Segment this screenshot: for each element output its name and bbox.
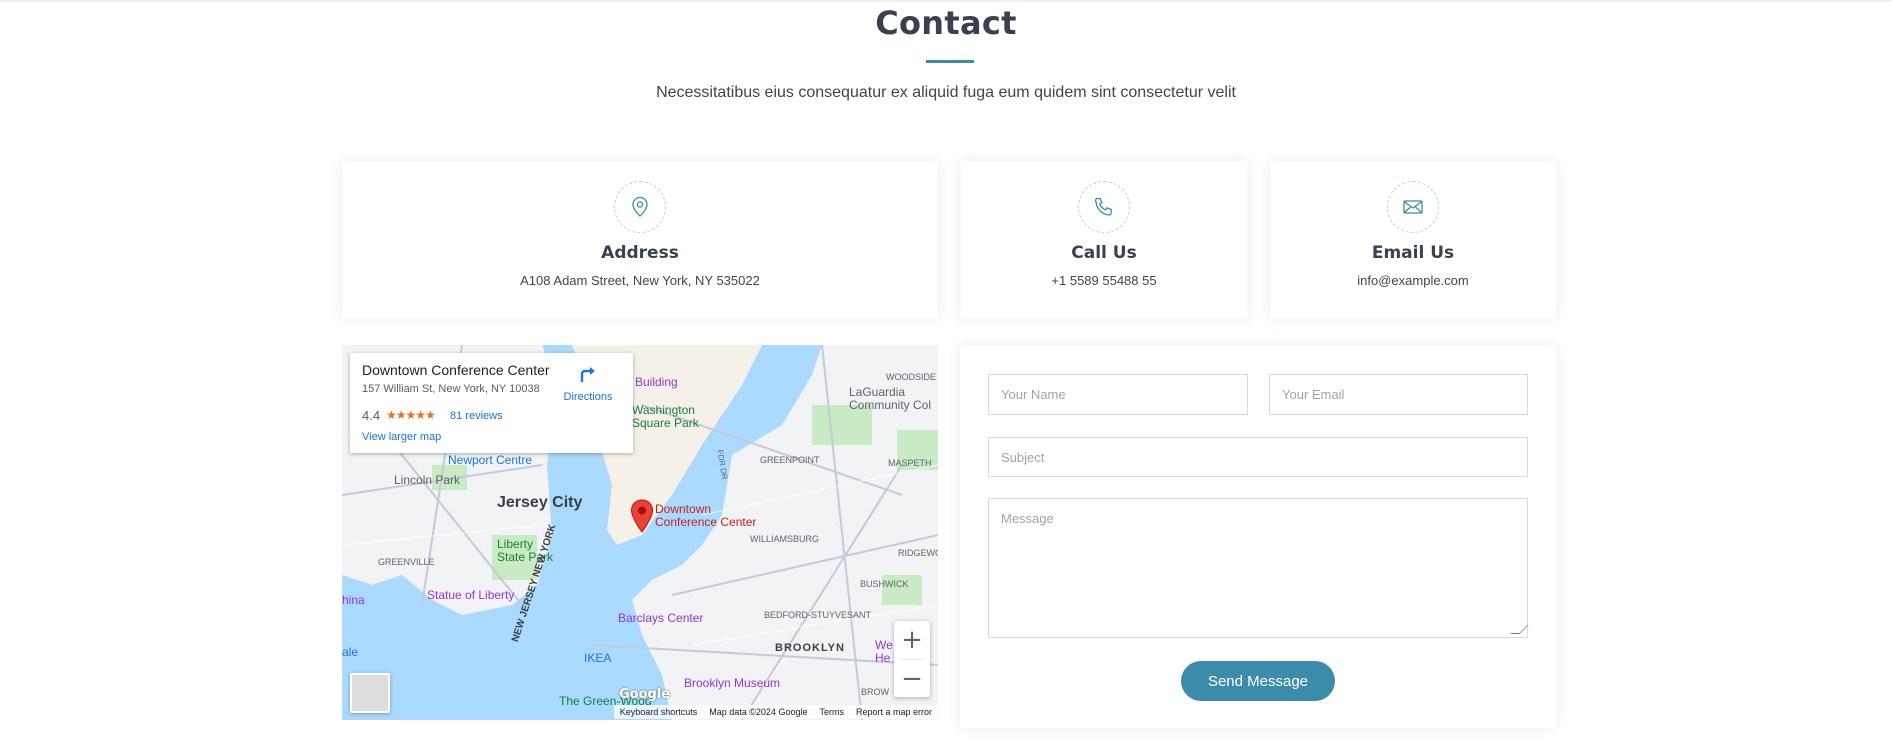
address-card: Address A108 Adam Street, New York, NY 5… — [342, 161, 938, 318]
zoom-in-button[interactable]: + — [894, 621, 930, 659]
email-title: Email Us — [1371, 243, 1455, 263]
section-title: Contact — [875, 4, 1017, 42]
envelope-icon — [1387, 181, 1439, 233]
map-label-ridgewood: RIDGEWOOD — [898, 548, 938, 558]
section-subtitle: Necessitatibus eius consequatur ex aliqu… — [656, 84, 1236, 101]
map-label-laguardia: LaGuardia Community Col — [849, 385, 932, 412]
map-label-maspeth: MASPETH — [888, 458, 932, 468]
phone-icon — [1078, 181, 1130, 233]
map-data-text: Map data ©2024 Google — [703, 705, 814, 719]
address-title: Address — [601, 243, 679, 263]
top-edge-shadow — [0, 0, 1892, 3]
map-label-greenpoint: GREENPOINT — [760, 455, 820, 465]
terms-link[interactable]: Terms — [813, 705, 850, 719]
email-text: info@example.com — [1357, 273, 1469, 288]
map-label-hina: hina — [342, 593, 365, 607]
place-rating: 4.4 — [362, 408, 381, 423]
keyboard-shortcuts-link[interactable]: Keyboard shortcuts — [613, 705, 704, 719]
address-text: A108 Adam Street, New York, NY 535022 — [520, 273, 760, 288]
map-label-ikea: IKEA — [584, 651, 612, 665]
reviews-link[interactable]: 81 reviews — [450, 410, 503, 422]
view-larger-map-link[interactable]: View larger map — [362, 431, 441, 443]
pin-label: Downtown Conference Center — [655, 502, 757, 529]
directions-icon — [580, 367, 595, 382]
map-label-jersey-city: Jersey City — [497, 494, 583, 511]
resize-handle-icon[interactable] — [1510, 625, 1529, 634]
map-label-greenville: GREENVILLE — [378, 557, 435, 567]
map-attribution: Keyboard shortcuts Map data ©2024 Google… — [342, 704, 938, 720]
map-pin-icon — [614, 181, 666, 233]
contact-form: Your Name Your Email Subject Message Sen… — [960, 345, 1556, 728]
map-label-williamsburg: WILLIAMSBURG — [750, 534, 820, 544]
rating-stars-icon: ★★★★★ — [386, 408, 436, 422]
map-label-barclays-center: Barclays Center — [618, 611, 704, 625]
map-label-lincoln-park: Lincoln Park — [394, 473, 461, 487]
map-label-brow: BROW — [861, 687, 889, 697]
subject-input[interactable]: Subject — [988, 437, 1528, 477]
report-error-link[interactable]: Report a map error — [849, 705, 938, 719]
map-label-brooklyn-museum: Brooklyn Museum — [684, 676, 781, 690]
map-label-statue-of-liberty: Statue of Liberty — [427, 588, 515, 602]
place-address: 157 William St, New York, NY 10038 — [362, 383, 540, 395]
email-input[interactable]: Your Email — [1269, 374, 1528, 415]
title-underline — [926, 60, 974, 63]
call-card: Call Us +1 5589 55488 55 — [961, 161, 1247, 318]
email-card: Email Us info@example.com — [1270, 161, 1556, 318]
message-placeholder: Message — [1001, 511, 1054, 526]
map-label-newport-centre: Newport Centre — [448, 453, 533, 467]
call-title: Call Us — [1071, 243, 1137, 263]
directions-button[interactable]: Directions — [558, 364, 618, 403]
send-message-button[interactable]: Send Message — [1181, 661, 1335, 701]
directions-label: Directions — [563, 391, 613, 403]
place-info-card: Downtown Conference Center 157 William S… — [350, 353, 633, 453]
place-name: Downtown Conference Center — [362, 362, 550, 378]
map-label-bedford-stuyvesant: BEDFORD-STUYVESANT — [764, 610, 872, 620]
map-label-ale: ale — [342, 645, 359, 659]
map-label-washington-square: Washington Square Park — [632, 403, 699, 430]
map-label-we-he: We He — [875, 638, 893, 665]
call-text: +1 5589 55488 55 — [1051, 273, 1157, 288]
map-label-bushwick: BUSHWICK — [860, 579, 909, 589]
name-input[interactable]: Your Name — [988, 374, 1248, 415]
map-label-woodside: WOODSIDE — [886, 372, 937, 382]
zoom-out-button[interactable]: − — [894, 660, 930, 698]
map-label-building: Building — [635, 375, 678, 389]
google-logo: Google — [619, 687, 671, 702]
map-zoom-control: + − — [894, 621, 930, 697]
embedded-map[interactable]: Downtown Conference Center Jersey City Li… — [342, 345, 938, 720]
map-label-brooklyn: BROOKLYN — [775, 642, 845, 654]
location-pin-icon[interactable] — [630, 499, 654, 533]
message-textarea[interactable]: Message — [988, 498, 1529, 638]
